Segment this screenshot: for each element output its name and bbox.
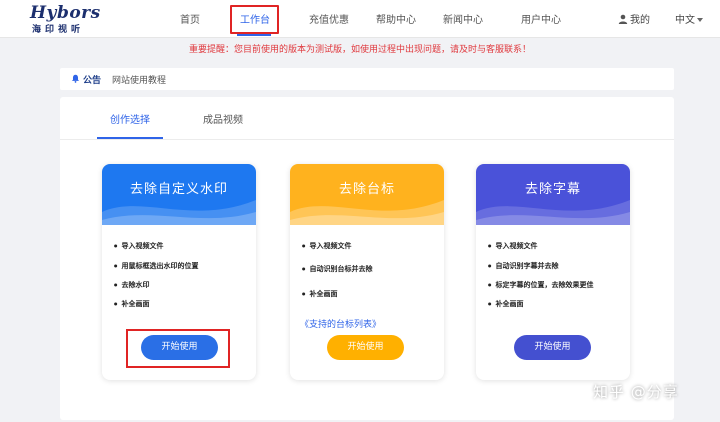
feature-item: 补全画面 [114, 299, 150, 309]
card-title: 去除台标 [338, 182, 395, 197]
logo[interactable]: Hybors 海印视听 [28, 3, 118, 35]
card-header: 去除字幕 [476, 164, 630, 225]
user-menu-label: 我的 [630, 15, 650, 26]
tab-divider [60, 139, 674, 140]
tab-finished-videos[interactable]: 成品视频 [203, 111, 243, 126]
logo-subtitle: 海印视听 [32, 25, 85, 35]
announcement-title: 公告 [83, 76, 102, 86]
start-button-subtitles[interactable]: 开始使用 [514, 335, 591, 360]
start-button-highlight-box [126, 329, 230, 368]
feature-item: 自动识别字幕并去除 [488, 261, 559, 271]
announcement-link[interactable]: 网站使用教程 [112, 73, 166, 86]
feature-item: 补全画面 [302, 289, 338, 299]
feature-item: 去除水印 [114, 280, 150, 290]
card-remove-subtitles: 去除字幕 导入视频文件 自动识别字幕并去除 标定字幕的位置，去除效果更佳 补全画… [476, 164, 630, 380]
language-label: 中文 [675, 15, 695, 26]
language-select[interactable]: 中文 [675, 11, 703, 26]
logo-text: Hybors [30, 3, 101, 23]
feature-item: 用鼠标框选出水印的位置 [114, 261, 199, 271]
nav-item-news[interactable]: 新闻中心 [443, 11, 483, 26]
nav-item-help[interactable]: 帮助中心 [376, 11, 416, 26]
user-menu[interactable]: 我的 [618, 11, 650, 26]
active-nav-indicator [237, 34, 271, 36]
feature-item: 导入视频文件 [302, 241, 352, 251]
top-navbar: Hybors 海印视听 首页 工作台 充值优惠 帮助中心 新闻中心 用户中心 我… [0, 0, 720, 38]
bell-icon [71, 74, 80, 83]
card-remove-station-logo: 去除台标 导入视频文件 自动识别台标并去除 补全画面 《支持的台标列表》 开始使… [290, 164, 444, 380]
nav-item-user-center[interactable]: 用户中心 [521, 11, 561, 26]
card-title: 去除字幕 [524, 182, 581, 197]
card-header: 去除台标 [290, 164, 444, 225]
user-icon [618, 14, 628, 24]
main-panel: 创作选择 成品视频 去除自定义水印 导入视频文件 用鼠标框选出水印的位置 去除水… [60, 97, 674, 420]
card-title: 去除自定义水印 [129, 182, 228, 197]
card-header: 去除自定义水印 [102, 164, 256, 225]
chevron-down-icon [697, 18, 703, 22]
feature-item: 补全画面 [488, 299, 524, 309]
feature-item: 导入视频文件 [114, 241, 164, 251]
announcement-bar: 公告 网站使用教程 [60, 68, 674, 90]
notice-banner: 重要提醒：您目前使用的版本为测试版，如使用过程中出现问题，请及时与客服联系！ [188, 45, 531, 55]
feature-item: 自动识别台标并去除 [302, 264, 373, 274]
tab-create[interactable]: 创作选择 [110, 111, 150, 126]
start-button-station-logo[interactable]: 开始使用 [327, 335, 404, 360]
zhihu-watermark: 知乎 @分享 [593, 383, 679, 401]
workbench-highlight-box [230, 5, 279, 34]
feature-item: 标定字幕的位置，去除效果更佳 [488, 280, 594, 290]
nav-item-home[interactable]: 首页 [180, 11, 200, 26]
feature-item: 导入视频文件 [488, 241, 538, 251]
supported-logo-list-link[interactable]: 《支持的台标列表》 [300, 317, 381, 330]
nav-item-recharge[interactable]: 充值优惠 [309, 11, 349, 26]
